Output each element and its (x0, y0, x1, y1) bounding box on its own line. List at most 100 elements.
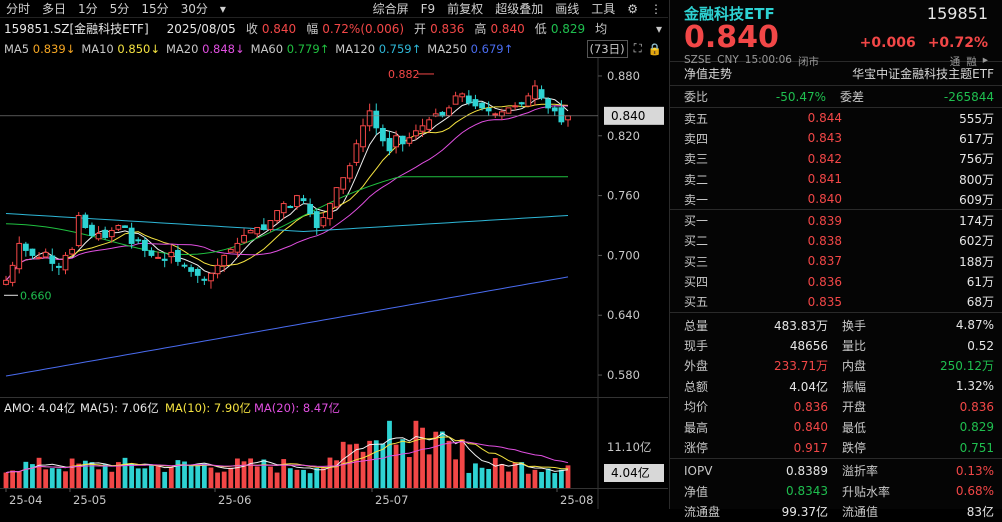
quote-header: 金融科技ETF 159851 0.840 +0.006 +0.72% SZSE … (670, 0, 1002, 68)
volume-bar (23, 461, 29, 488)
tab-multi-day[interactable]: 多日 (36, 0, 72, 17)
bids-volume: 188万 (959, 254, 994, 269)
stats-value: 4.87% (955, 318, 994, 333)
iopv-label: IOPV (684, 463, 713, 478)
candle-body (538, 89, 545, 99)
expand-icon[interactable]: ▸ (983, 54, 988, 69)
asks-level-label: 卖五 (684, 111, 709, 126)
asks-row[interactable]: 卖一 0.840 609万 (670, 189, 1002, 209)
tab-timeshare[interactable]: 分时 (0, 0, 36, 17)
volume-bar (36, 457, 42, 488)
candle-body (194, 268, 201, 276)
stats-label: 量比 (842, 339, 867, 354)
volume-bar (373, 440, 379, 488)
tab-15min[interactable]: 15分 (135, 0, 174, 17)
adjust-button[interactable]: 前复权 (441, 0, 489, 17)
f9-button[interactable]: F9 (415, 2, 442, 16)
candle-body (353, 143, 360, 163)
volume-bar (16, 471, 22, 488)
volume-bar (175, 460, 181, 488)
candle-body (472, 99, 479, 107)
more-icon[interactable]: ⋮ (644, 2, 668, 16)
candle-body (366, 110, 373, 127)
volume-bar (387, 420, 392, 488)
volume-bar (506, 471, 511, 488)
stats-label: 开盘 (842, 400, 867, 415)
candle-body (518, 102, 525, 105)
overlay-button[interactable]: 超级叠加 (489, 0, 549, 17)
candle-body (452, 95, 459, 105)
candle-body (485, 108, 492, 112)
volume-bar (486, 468, 492, 488)
candle-body (313, 211, 320, 228)
period-dropdown-icon[interactable]: ▾ (214, 2, 232, 16)
iopv-label: 净值 (684, 484, 709, 499)
asks-row[interactable]: 卖二 0.841 800万 (670, 169, 1002, 189)
candle-body (49, 255, 56, 264)
ma-period-button[interactable]: (73日) (586, 39, 628, 58)
iopv-value: 0.8389 (786, 463, 828, 478)
draw-line-button[interactable]: 画线 (549, 0, 585, 17)
stats-value: 48656 (789, 338, 828, 353)
low-label: 低 (534, 22, 547, 36)
volume-bar (525, 473, 531, 488)
bids-volume: 61万 (966, 275, 994, 290)
kline-chart[interactable]: 0.880 0.820 0.760 0.700 0.640 0.580 0.882 0.66… (0, 58, 668, 398)
price-tick-label: 0.880 (607, 69, 640, 83)
quote-time: 15:00:06 (744, 54, 792, 66)
price-tick-label: 0.820 (607, 129, 640, 143)
asks-row[interactable]: 卖三 0.842 756万 (670, 149, 1002, 169)
candle-body (188, 267, 195, 272)
bids-row[interactable]: 买五 0.835 68万 (670, 292, 1002, 312)
candle-body (558, 107, 565, 123)
settings-icon[interactable]: ⚙ (621, 2, 644, 16)
candle-body (465, 95, 472, 104)
order-ratio-row: 委比 -50.47% 委差 -265844 (670, 86, 1002, 108)
composite-screen-button[interactable]: 综合屏 (367, 0, 415, 17)
low-annotation: 0.660 (20, 289, 52, 302)
volume-bar (406, 457, 412, 488)
volume-bar (314, 468, 320, 488)
collapse-icon[interactable]: ▾ (656, 22, 668, 36)
candle-body (333, 187, 340, 208)
close-label: 收 (245, 22, 258, 36)
bids-price: 0.837 (807, 254, 842, 269)
tab-30min[interactable]: 30分 (175, 0, 214, 17)
vol-tick-label: 11.10亿 (607, 440, 651, 454)
stats-value: 0.751 (959, 440, 994, 455)
bids-row[interactable]: 买四 0.836 61万 (670, 271, 1002, 291)
candle-body (459, 93, 466, 98)
tab-1min[interactable]: 1分 (72, 0, 104, 17)
stats-label: 最低 (842, 420, 867, 435)
volume-bar (63, 471, 68, 488)
candle-body (115, 225, 122, 230)
candle-body (426, 119, 433, 130)
open-label: 开 (414, 22, 427, 36)
asks-row[interactable]: 卖五 0.844 555万 (670, 108, 1002, 128)
bids-level-label: 买四 (684, 275, 709, 290)
iopv-row: 流通盘 99.37亿 流通值 83亿 (670, 501, 1002, 521)
volume-bar (122, 457, 128, 488)
asks-level-label: 卖三 (684, 152, 709, 167)
candle-body (221, 254, 228, 267)
bids-row[interactable]: 买一 0.839 174万 (670, 210, 1002, 230)
price-change: +0.006 (859, 35, 916, 51)
volume-bar (347, 444, 353, 488)
date-label: 25-05 (73, 493, 106, 507)
bids-row[interactable]: 买二 0.838 602万 (670, 231, 1002, 251)
volume-chart[interactable]: AMO: 4.04亿 MA(5): 7.06亿 MA(10): 7.90亿 MA… (0, 398, 668, 509)
candle-body (148, 250, 155, 256)
volume-bar (195, 465, 201, 488)
tools-button[interactable]: 工具 (585, 0, 621, 17)
ma60-label: MA60 0.779↑ (250, 41, 330, 56)
bids-row[interactable]: 买三 0.837 188万 (670, 251, 1002, 271)
asks-row[interactable]: 卖四 0.843 617万 (670, 128, 1002, 148)
volume-bar (261, 459, 267, 488)
stats-value: 483.83万 (774, 318, 828, 333)
lock-icon[interactable]: 🔒 (648, 42, 668, 56)
tab-5min[interactable]: 5分 (104, 0, 136, 17)
fullscreen-icon[interactable]: ⛶ (634, 41, 642, 56)
high-label: 高 (474, 22, 487, 36)
volume-bar (446, 440, 452, 488)
bids-price: 0.835 (807, 294, 842, 309)
